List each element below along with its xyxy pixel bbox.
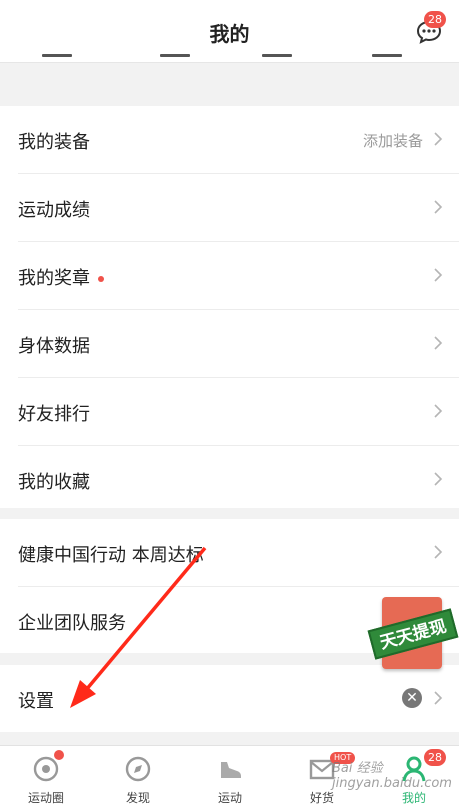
profile-menu-section: 我的装备 添加装备 运动成绩 我的奖章 身体数据 好友排行 我的收藏 xyxy=(0,106,459,508)
menu-row-health-china[interactable]: 健康中国行动 本周达标 xyxy=(18,519,459,587)
tab-label: 运动圈 xyxy=(27,791,64,805)
tab-label: 发现 xyxy=(125,791,150,805)
menu-row-label: 好友排行 xyxy=(18,404,90,425)
menu-row-favorites[interactable]: 我的收藏 xyxy=(18,446,459,513)
settings-section: 设置 xyxy=(0,665,459,732)
message-count-badge: 28 xyxy=(424,11,446,28)
page-title: 我的 xyxy=(209,22,250,46)
chevron-right-icon xyxy=(434,472,443,486)
menu-row-label: 我的奖章 xyxy=(18,264,104,290)
shoe-icon xyxy=(221,762,241,778)
chevron-right-icon xyxy=(434,200,443,214)
tab-sport[interactable]: 运动 xyxy=(184,746,276,810)
menu-row-subtext: 添加装备 xyxy=(362,132,423,150)
menu-row-label: 运动成绩 xyxy=(18,200,90,221)
scrolled-content-strip xyxy=(0,54,459,62)
chevron-right-icon xyxy=(434,404,443,418)
watermark-text: Bai 经验 jingyan.baidu.com xyxy=(332,761,452,791)
menu-row-settings[interactable]: 设置 xyxy=(18,665,459,732)
menu-row-label: 企业团队服务 xyxy=(18,613,126,634)
chevron-right-icon xyxy=(434,268,443,282)
tab-label: 我的 xyxy=(401,791,426,805)
new-dot-indicator xyxy=(98,276,104,282)
menu-row-equipment[interactable]: 我的装备 添加装备 xyxy=(18,106,459,174)
menu-row-friend-ranking[interactable]: 好友排行 xyxy=(18,378,459,446)
chevron-right-icon xyxy=(434,691,443,705)
menu-row-results[interactable]: 运动成绩 xyxy=(18,174,459,242)
cash-out-promo-widget[interactable]: 天天提现 xyxy=(367,597,459,669)
menu-row-label: 我的收藏 xyxy=(18,472,90,493)
menu-row-label: 我的装备 xyxy=(18,132,90,153)
tab-label: 运动 xyxy=(217,791,242,805)
menu-row-body-data[interactable]: 身体数据 xyxy=(18,310,459,378)
close-icon[interactable]: ✕ xyxy=(402,688,422,708)
menu-row-label: 健康中国行动 本周达标 xyxy=(18,545,204,566)
menu-row-label: 设置 xyxy=(18,691,54,712)
tab-sports-circle[interactable]: 运动圈 xyxy=(0,746,92,810)
menu-row-medals[interactable]: 我的奖章 xyxy=(18,242,459,310)
tab-label: 好货 xyxy=(309,791,334,805)
tab-discover[interactable]: 发现 xyxy=(92,746,184,810)
chevron-right-icon xyxy=(434,336,443,350)
chevron-right-icon xyxy=(434,132,443,146)
notification-dot xyxy=(54,750,64,760)
chevron-right-icon xyxy=(434,545,443,559)
compass-icon xyxy=(125,756,151,782)
top-header: 我的 28 xyxy=(0,0,459,63)
message-button[interactable]: 28 xyxy=(416,11,446,44)
menu-row-label: 身体数据 xyxy=(18,336,90,357)
menu-row-label-text: 我的奖章 xyxy=(18,268,90,289)
